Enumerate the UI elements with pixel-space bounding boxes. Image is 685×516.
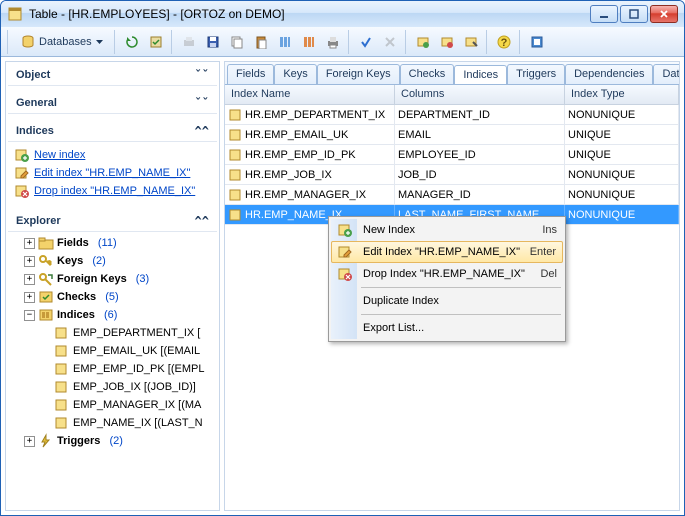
ctx-edit-index[interactable]: Edit Index "HR.EMP_NAME_IX"Enter — [331, 241, 563, 263]
maximize-button[interactable] — [620, 5, 648, 23]
main-window: Table - [HR.EMPLOYEES] - [ORTOZ on DEMO]… — [0, 0, 685, 516]
compile-icon[interactable] — [145, 31, 167, 53]
tree-index-item[interactable]: EMP_EMAIL_UK [(EMAIL — [10, 342, 215, 360]
paste-icon[interactable] — [250, 31, 272, 53]
tool1-icon[interactable] — [412, 31, 434, 53]
ctx-export-list[interactable]: Export List... — [331, 317, 563, 339]
grid-body: HR.EMP_DEPARTMENT_IXDEPARTMENT_IDNONUNIQ… — [225, 105, 679, 225]
tab-indices[interactable]: Indices — [454, 65, 507, 85]
expand-icon: ^^ — [195, 124, 209, 138]
table-row[interactable]: HR.EMP_EMAIL_UKEMAILUNIQUE — [225, 125, 679, 145]
table-row[interactable]: HR.EMP_MANAGER_IXMANAGER_IDNONUNIQUE — [225, 185, 679, 205]
tab-data[interactable]: Dat — [653, 64, 679, 84]
copy-icon[interactable] — [226, 31, 248, 53]
close-button[interactable] — [650, 5, 678, 23]
edit-index-action[interactable]: Edit index "HR.EMP_NAME_IX" — [14, 164, 211, 182]
tab-dependencies[interactable]: Dependencies — [565, 64, 653, 84]
tree-keys[interactable]: +Keys (2) — [10, 252, 215, 270]
grid-header: Index Name Columns Index Type — [225, 85, 679, 105]
col-index-name[interactable]: Index Name — [225, 85, 395, 104]
tree-triggers[interactable]: +Triggers (2) — [10, 432, 215, 450]
tab-foreign-keys[interactable]: Foreign Keys — [317, 64, 400, 84]
left-panel: Objectˇˇ Generalˇˇ Indices^^ New index E… — [5, 61, 220, 511]
col-index-type[interactable]: Index Type — [565, 85, 679, 104]
collapse-icon: ˇˇ — [195, 68, 209, 82]
ctx-drop-index[interactable]: Drop Index "HR.EMP_NAME_IX"Del — [331, 263, 563, 285]
tree-index-item[interactable]: EMP_NAME_IX [(LAST_N — [10, 414, 215, 432]
drop-index-action[interactable]: Drop index "HR.EMP_NAME_IX" — [14, 182, 211, 200]
context-menu: New IndexIns Edit Index "HR.EMP_NAME_IX"… — [328, 216, 566, 342]
table-row[interactable]: HR.EMP_DEPARTMENT_IXDEPARTMENT_IDNONUNIQ… — [225, 105, 679, 125]
table-row[interactable]: HR.EMP_JOB_IXJOB_IDNONUNIQUE — [225, 165, 679, 185]
tab-fields[interactable]: Fields — [227, 64, 274, 84]
section-general[interactable]: Generalˇˇ — [8, 92, 217, 114]
col-columns[interactable]: Columns — [395, 85, 565, 104]
refresh-icon[interactable] — [121, 31, 143, 53]
tree-indices[interactable]: −Indices (6) — [10, 306, 215, 324]
titlebar[interactable]: Table - [HR.EMPLOYEES] - [ORTOZ on DEMO] — [1, 1, 684, 27]
tool2-icon[interactable] — [436, 31, 458, 53]
tree-index-item[interactable]: EMP_JOB_IX [(JOB_ID)] — [10, 378, 215, 396]
edit-index-icon — [337, 244, 353, 260]
explorer-tree: +Fields (11) +Keys (2) +Foreign Keys (3)… — [8, 232, 217, 508]
save-icon[interactable] — [202, 31, 224, 53]
tree-fields[interactable]: +Fields (11) — [10, 234, 215, 252]
tree-index-item[interactable]: EMP_DEPARTMENT_IX [ — [10, 324, 215, 342]
app-icon — [7, 6, 23, 22]
section-explorer[interactable]: Explorer^^ — [8, 210, 217, 232]
databases-menu[interactable]: Databases — [14, 31, 110, 53]
restore-icon[interactable] — [526, 31, 548, 53]
minimize-button[interactable] — [590, 5, 618, 23]
columns-icon[interactable] — [274, 31, 296, 53]
new-index-action[interactable]: New index — [14, 146, 211, 164]
expand-icon: ^^ — [195, 214, 209, 228]
print2-icon[interactable] — [322, 31, 344, 53]
tab-checks[interactable]: Checks — [400, 64, 455, 84]
collapse-icon: ˇˇ — [195, 96, 209, 110]
indices-actions: New index Edit index "HR.EMP_NAME_IX" Dr… — [8, 142, 217, 204]
rollback-icon[interactable] — [379, 31, 401, 53]
tab-triggers[interactable]: Triggers — [507, 64, 565, 84]
tree-index-item[interactable]: EMP_EMP_ID_PK [(EMPL — [10, 360, 215, 378]
section-object[interactable]: Objectˇˇ — [8, 64, 217, 86]
databases-label: Databases — [39, 36, 92, 48]
ctx-duplicate-index[interactable]: Duplicate Index — [331, 290, 563, 312]
tab-bar: Fields Keys Foreign Keys Checks Indices … — [225, 62, 679, 85]
section-indices[interactable]: Indices^^ — [8, 120, 217, 142]
svg-text:?: ? — [500, 37, 507, 49]
commit-icon[interactable] — [355, 31, 377, 53]
tab-keys[interactable]: Keys — [274, 64, 316, 84]
help-icon[interactable]: ? — [493, 31, 515, 53]
ctx-new-index[interactable]: New IndexIns — [331, 219, 563, 241]
tool3-icon[interactable] — [460, 31, 482, 53]
tree-fkeys[interactable]: +Foreign Keys (3) — [10, 270, 215, 288]
tree-checks[interactable]: +Checks (5) — [10, 288, 215, 306]
print-icon[interactable] — [178, 31, 200, 53]
columns2-icon[interactable] — [298, 31, 320, 53]
new-index-icon — [337, 222, 353, 238]
window-title: Table - [HR.EMPLOYEES] - [ORTOZ on DEMO] — [29, 7, 590, 21]
main-toolbar: Databases ? — [1, 27, 684, 57]
table-row[interactable]: HR.EMP_EMP_ID_PKEMPLOYEE_IDUNIQUE — [225, 145, 679, 165]
drop-index-icon — [337, 266, 353, 282]
tree-index-item[interactable]: EMP_MANAGER_IX [(MA — [10, 396, 215, 414]
